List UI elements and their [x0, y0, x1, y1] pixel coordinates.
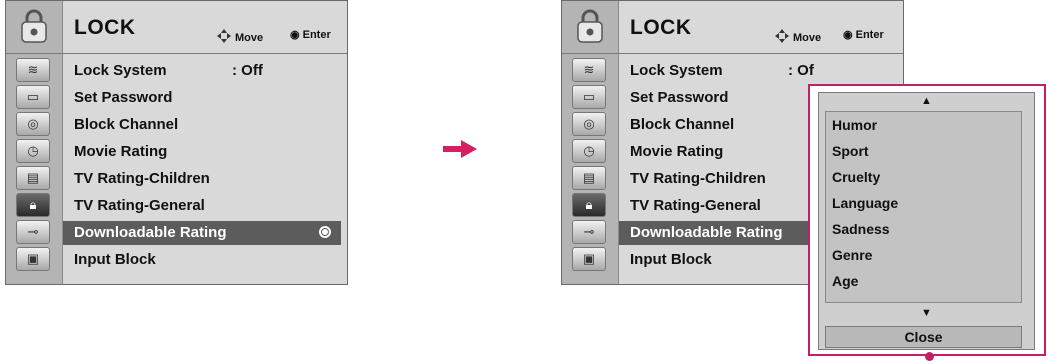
enter-hint-label: Enter	[855, 28, 884, 41]
clock-icon[interactable]: ◷	[572, 139, 606, 163]
menu-item-block-channel[interactable]: Block Channel	[63, 113, 341, 137]
menu-item-tv-rating-general[interactable]: TV Rating-General	[63, 194, 341, 218]
plug-icon[interactable]: ⊸	[572, 220, 606, 244]
tv-screen-icon[interactable]: ▭	[16, 85, 50, 109]
film-icon[interactable]: ▤	[572, 166, 606, 190]
menu-item-movie-rating[interactable]: Movie Rating	[63, 140, 341, 164]
callout-dot	[925, 352, 934, 361]
move-hint: Move	[774, 28, 821, 47]
target-icon[interactable]: ◎	[572, 112, 606, 136]
menu-item-lock-system[interactable]: Lock System : Off	[63, 59, 341, 83]
menu-item-label: Downloadable Rating	[74, 224, 227, 241]
enter-hint: ◉ Enter	[290, 28, 331, 42]
picture-icon[interactable]: ▣	[572, 247, 606, 271]
option-language[interactable]: Language	[826, 190, 1021, 216]
lock-header-icon	[6, 1, 62, 53]
wave-icon[interactable]: ≋	[572, 58, 606, 82]
move-arrows-icon	[216, 28, 232, 47]
lock-header-icon	[562, 1, 618, 53]
header-divider	[6, 53, 347, 54]
film-icon[interactable]: ▤	[16, 166, 50, 190]
menu-item-lock-system[interactable]: Lock System : Of	[619, 59, 897, 83]
option-genre[interactable]: Genre	[826, 242, 1021, 268]
lock-icon[interactable]: 🔒︎	[16, 193, 50, 217]
lock-system-value: : Off	[232, 62, 263, 79]
option-cruelty[interactable]: Cruelty	[826, 164, 1021, 190]
enter-hint-label: Enter	[302, 28, 331, 41]
menu-title: LOCK	[74, 16, 136, 39]
scroll-down-icon[interactable]: ▼	[819, 305, 1034, 321]
scroll-up-icon[interactable]: ▲	[819, 93, 1034, 109]
rating-option-list: Humor Sport Cruelty Language Sadness Gen…	[825, 111, 1022, 303]
option-humor[interactable]: Humor	[826, 112, 1021, 138]
header-divider	[562, 53, 903, 54]
option-sadness[interactable]: Sadness	[826, 216, 1021, 242]
tv-screen-icon[interactable]: ▭	[572, 85, 606, 109]
rating-options-popup: ▲ Humor Sport Cruelty Language Sadness G…	[808, 84, 1046, 356]
move-arrows-icon	[774, 28, 790, 47]
menu-item-input-block[interactable]: Input Block	[63, 248, 341, 272]
option-sport[interactable]: Sport	[826, 138, 1021, 164]
close-button[interactable]: Close	[825, 326, 1022, 348]
wave-icon[interactable]: ≋	[16, 58, 50, 82]
option-age[interactable]: Age	[826, 268, 1021, 294]
lock-menu-panel: LOCK Move ◉ Enter ≋ ▭ ◎ ◷ ▤ 🔒︎ ⊸ ▣ Lock …	[5, 0, 348, 285]
lock-icon[interactable]: 🔒︎	[572, 193, 606, 217]
transition-arrow-icon	[443, 140, 477, 163]
lock-system-value: : Of	[788, 62, 814, 79]
target-icon[interactable]: ◎	[16, 112, 50, 136]
move-hint: Move	[216, 28, 263, 47]
enter-circle-icon: ◉	[290, 29, 300, 41]
clock-icon[interactable]: ◷	[16, 139, 50, 163]
enter-circle-icon: ◉	[843, 29, 853, 41]
picture-icon[interactable]: ▣	[16, 247, 50, 271]
enter-radio-icon	[319, 226, 331, 238]
menu-title: LOCK	[630, 16, 692, 39]
menu-item-set-password[interactable]: Set Password	[63, 86, 341, 110]
plug-icon[interactable]: ⊸	[16, 220, 50, 244]
menu-item-label: Lock System	[74, 62, 167, 79]
menu-item-downloadable-rating[interactable]: Downloadable Rating	[63, 221, 341, 245]
menu-item-label: Lock System	[630, 62, 723, 79]
popup-inner-panel: ▲ Humor Sport Cruelty Language Sadness G…	[818, 92, 1035, 350]
menu-item-tv-rating-children[interactable]: TV Rating-Children	[63, 167, 341, 191]
enter-hint: ◉ Enter	[843, 28, 884, 42]
move-hint-label: Move	[235, 31, 264, 44]
move-hint-label: Move	[793, 31, 822, 44]
